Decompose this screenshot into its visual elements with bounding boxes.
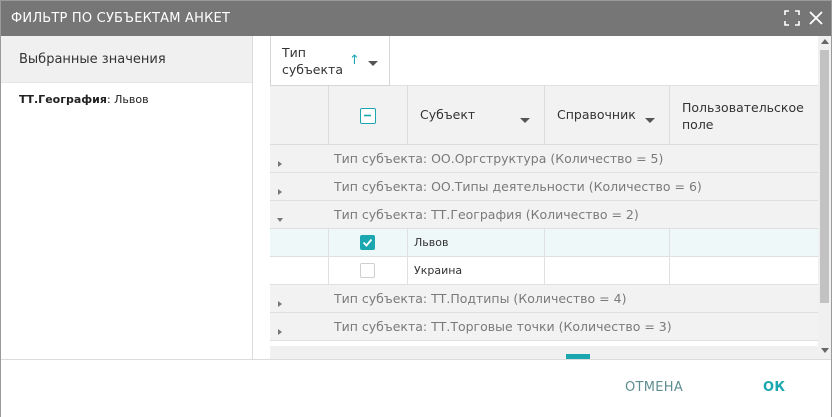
subject-value: Львов	[414, 236, 449, 249]
dialog-title: ФИЛЬТР ПО СУБЪЕКТАМ АНКЕТ	[11, 11, 231, 26]
group-row-label: Тип субъекта: ТТ.Торговые точки (Количес…	[334, 319, 672, 334]
custom-field-cell	[670, 229, 818, 256]
reference-cell	[545, 229, 670, 256]
selected-values-pane: Выбранные значения ТТ.География: Львов	[1, 36, 253, 359]
column-header-reference[interactable]: Справочник	[545, 86, 670, 145]
column-header-custom-field[interactable]: Пользовательское поле	[670, 86, 818, 145]
dialog-footer: ОТМЕНА ОК	[1, 359, 831, 417]
group-row[interactable]: Тип субъекта: ОО.Оргструктура (Количеств…	[270, 145, 818, 173]
group-row-label: Тип субъекта: ОО.Типы деятельности (Коли…	[334, 179, 702, 194]
chevron-down-icon[interactable]	[645, 110, 655, 123]
row-indent-cell	[270, 229, 329, 256]
close-icon[interactable]	[807, 9, 825, 27]
collapse-arrow-icon[interactable]	[276, 209, 284, 222]
ok-button[interactable]: ОК	[763, 380, 785, 395]
subject-value: Украина	[414, 264, 463, 277]
reference-cell	[545, 257, 670, 284]
selected-value-item: ТТ.География: Львов	[1, 83, 252, 116]
scroll-down-icon[interactable]	[821, 348, 829, 353]
grid-header: Субъект Справочник Пользовательское поле	[270, 86, 818, 145]
scroll-up-icon[interactable]	[821, 39, 829, 44]
group-row[interactable]: Тип субъекта: ТТ.Торговые точки (Количес…	[270, 313, 818, 341]
group-chip-label: Тип субъекта	[282, 45, 343, 77]
table-row[interactable]: Украина	[270, 257, 818, 285]
row-select-cell[interactable]	[329, 257, 408, 284]
row-checkbox[interactable]	[360, 235, 375, 250]
subject-cell: Львов	[408, 229, 545, 256]
scrollbar-thumb[interactable]	[820, 50, 829, 303]
cancel-button[interactable]: ОТМЕНА	[625, 380, 683, 395]
chevron-down-icon[interactable]	[520, 110, 530, 123]
chevron-down-icon[interactable]	[368, 53, 378, 66]
column-title-subject: Субъект	[420, 107, 476, 122]
expand-arrow-icon[interactable]	[276, 153, 284, 167]
custom-field-cell	[670, 257, 818, 284]
dialog-titlebar: ФИЛЬТР ПО СУБЪЕКТАМ АНКЕТ	[1, 1, 831, 36]
group-row[interactable]: Тип субъекта: ОО.Типы деятельности (Коли…	[270, 173, 818, 201]
column-title-custom-field: Пользовательское поле	[682, 100, 804, 132]
group-row[interactable]: Тип субъекта: ТТ.Подтипы (Количество = 4…	[270, 285, 818, 313]
subjects-grid: Тип субъекта ↑ Субъект Справочник Пользо…	[270, 36, 818, 359]
vertical-scrollbar[interactable]	[818, 36, 831, 359]
group-row-label: Тип субъекта: ТТ.Подтипы (Количество = 4…	[334, 291, 627, 306]
column-title-reference: Справочник	[557, 107, 636, 122]
expand-icon[interactable]	[783, 9, 801, 27]
header-select-all[interactable]	[329, 86, 408, 145]
header-expand-col	[270, 86, 329, 145]
group-row[interactable]: Тип субъекта: ТТ.География (Количество =…	[270, 201, 818, 229]
group-row-label: Тип субъекта: ТТ.География (Количество =…	[334, 207, 639, 222]
row-select-cell[interactable]	[329, 229, 408, 256]
group-panel: Тип субъекта ↑	[270, 36, 818, 86]
group-chip-subject-type[interactable]: Тип субъекта ↑	[270, 36, 390, 86]
select-all-checkbox[interactable]	[360, 108, 376, 124]
table-row[interactable]: Львов	[270, 229, 818, 257]
expand-arrow-icon[interactable]	[276, 321, 284, 335]
expand-arrow-icon[interactable]	[276, 181, 284, 195]
selected-value-key: ТТ.География	[19, 93, 107, 106]
filter-dialog: ФИЛЬТР ПО СУБЪЕКТАМ АНКЕТ Выбранные знач…	[0, 0, 832, 417]
row-indent-cell	[270, 257, 329, 284]
sort-ascending-icon[interactable]: ↑	[349, 53, 360, 68]
row-checkbox[interactable]	[360, 263, 375, 278]
selected-value-value: Львов	[114, 93, 149, 106]
group-row-label: Тип субъекта: ОО.Оргструктура (Количеств…	[334, 151, 664, 166]
column-header-subject[interactable]: Субъект	[408, 86, 545, 145]
selected-values-header: Выбранные значения	[1, 36, 252, 83]
subject-cell: Украина	[408, 257, 545, 284]
grid-footer-strip	[270, 346, 818, 359]
expand-arrow-icon[interactable]	[276, 293, 284, 307]
